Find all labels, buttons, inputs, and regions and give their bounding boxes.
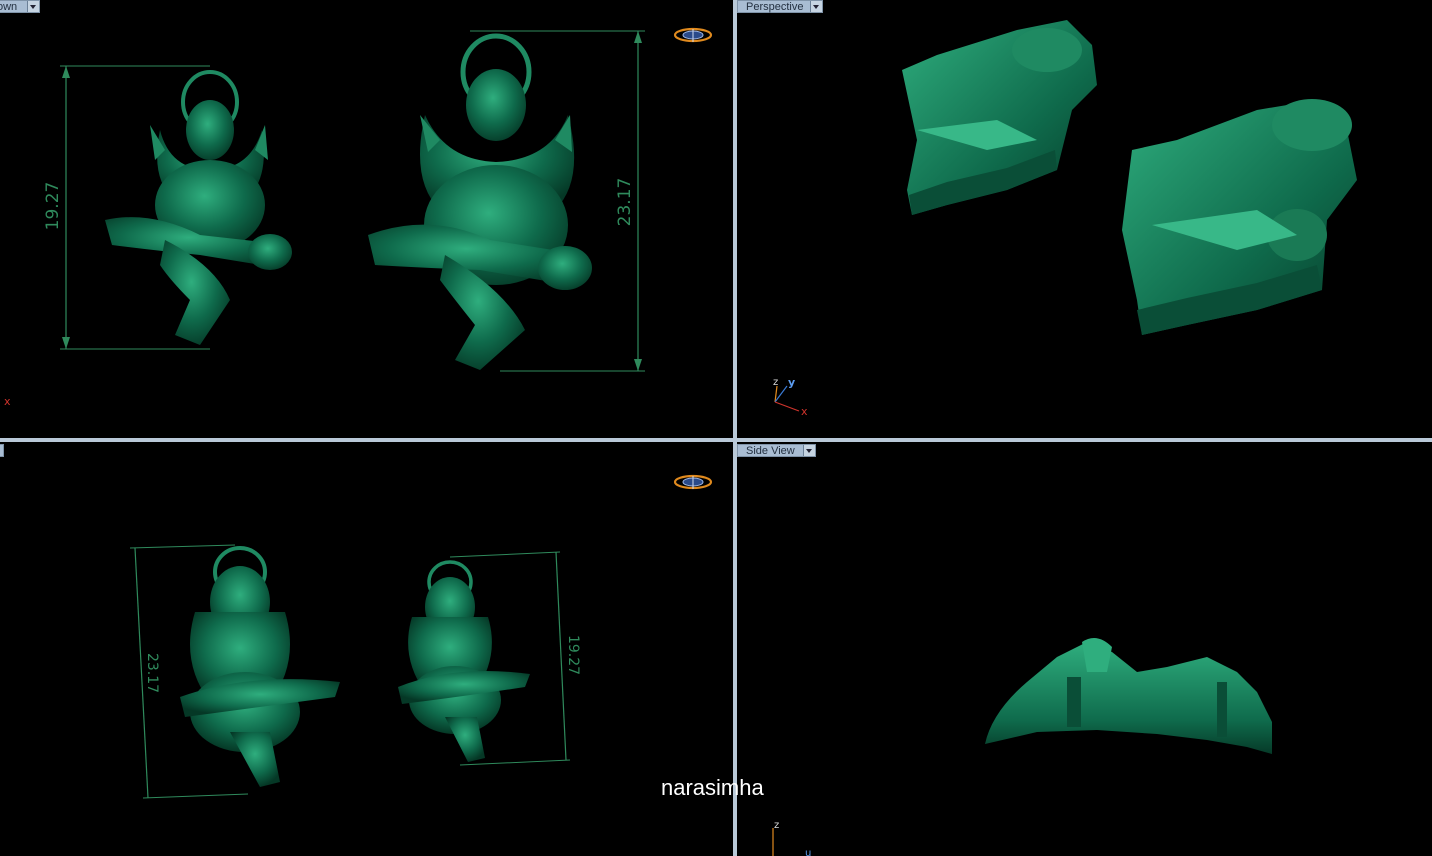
viewport-splitter-horizontal[interactable] [0, 438, 1432, 442]
model-scene-side-view: z u [772, 638, 1272, 856]
figure-small-front [105, 70, 292, 345]
axis-tripod-icon: z y x [773, 376, 808, 418]
figure-large-back [180, 546, 340, 787]
viewport-splitter-vertical[interactable] [733, 0, 737, 856]
viewport-perspective[interactable]: Perspective z y x [737, 0, 1432, 438]
dimension-label-small: 19.27 [43, 182, 63, 231]
figure-small-back [398, 560, 530, 762]
axis-label-y: y [788, 376, 795, 389]
axis-tripod-icon: z u [772, 820, 811, 856]
axis-label-x: x [801, 405, 808, 418]
viewport-bottom-left[interactable]: 23.17 19.27 [0, 442, 733, 856]
figure-large-perspective [1122, 99, 1357, 335]
axis-label-z: z [773, 377, 778, 388]
axis-label-z: z [774, 820, 779, 831]
cad-application-window: own 19.27 23.17 x Perspective z y x 23.1… [0, 0, 1432, 856]
model-scene-top-view: 19.27 23.17 x [4, 30, 645, 408]
dimension-label-small: 19.27 [565, 635, 581, 675]
dimension-label-large: 23.17 [144, 653, 160, 693]
model-scene-back-view: 23.17 19.27 [129, 544, 581, 799]
figure-small-perspective [902, 20, 1097, 215]
axis-label-x: x [4, 395, 11, 408]
viewport-top-left[interactable]: own 19.27 23.17 x [0, 0, 733, 438]
caption-text: narasimha [661, 775, 764, 800]
figure-large-front [368, 33, 592, 370]
axis-label-u: u [805, 848, 811, 856]
viewport-side-view[interactable]: Side View z u [737, 442, 1432, 856]
dimension-label-large: 23.17 [615, 178, 635, 227]
figure-side-profile [985, 638, 1272, 754]
model-scene-perspective: z y x [773, 20, 1357, 418]
